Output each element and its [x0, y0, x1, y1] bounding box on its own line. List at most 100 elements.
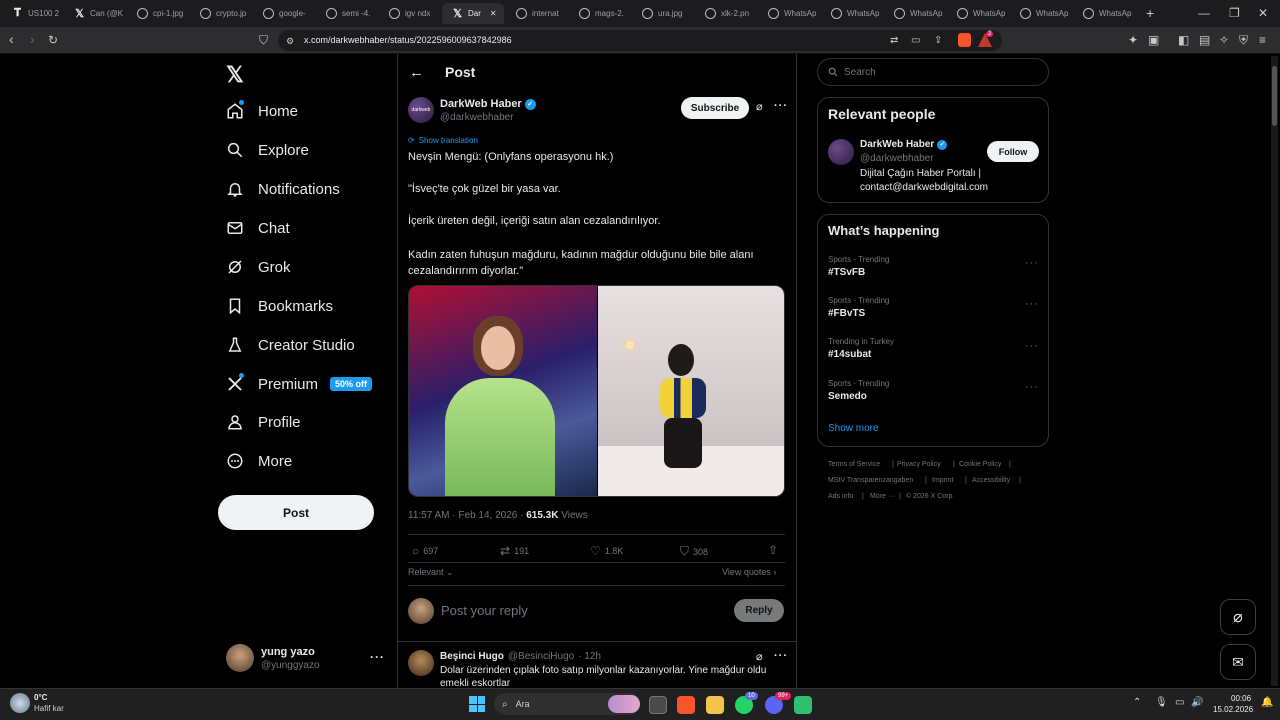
trend-item[interactable]: Sports · Trending Semedo — [828, 379, 889, 402]
repost-action[interactable]: ⇄ 191 — [500, 544, 529, 558]
reply-button[interactable]: Reply — [734, 599, 784, 622]
sidebar-toggle-icon[interactable]: ◧ — [1178, 33, 1189, 47]
browser-tab[interactable]: WhatsAp — [1073, 3, 1135, 24]
sidebar-item-home[interactable]: Home — [226, 95, 298, 127]
person-name-row[interactable]: DarkWeb Haber ✓ — [860, 139, 948, 150]
close-window-icon[interactable]: ✕ — [1258, 6, 1268, 20]
reload-icon[interactable]: ↻ — [48, 33, 58, 47]
browser-tab[interactable]: WhatsAp — [821, 3, 881, 24]
task-view-icon[interactable] — [649, 696, 667, 714]
media-image-right[interactable] — [598, 286, 784, 496]
reply-author-handle[interactable]: @BesinciHugo — [508, 651, 574, 662]
author-avatar[interactable]: darkweb — [408, 97, 434, 123]
volume-icon[interactable]: 🔊 — [1191, 697, 1203, 708]
brave-browser-icon[interactable] — [677, 696, 695, 714]
view-quotes-link[interactable]: View quotes › — [722, 567, 776, 577]
back-arrow-icon[interactable]: ← — [409, 64, 424, 81]
show-more-link[interactable]: Show more — [828, 423, 879, 434]
taskbar-search[interactable]: ⌕ Ara — [494, 693, 640, 715]
browser-tab[interactable]: mags-2. — [569, 3, 629, 24]
browser-tab[interactable]: xlk-2.pn — [695, 3, 755, 24]
app-icon[interactable] — [794, 696, 812, 714]
browser-tab[interactable]: WhatsAp — [947, 3, 1007, 24]
forward-icon[interactable]: › — [30, 32, 35, 46]
browser-tab[interactable]: WhatsAp — [758, 3, 818, 24]
sidebar-item-more[interactable]: More — [226, 445, 292, 477]
weather-icon[interactable] — [10, 693, 30, 713]
footer-link[interactable]: More ··· — [870, 493, 895, 500]
file-explorer-icon[interactable] — [706, 696, 724, 714]
search-input[interactable]: Search — [817, 58, 1049, 86]
browser-tab[interactable]: crypto.jp — [190, 3, 250, 24]
trend-item[interactable]: Sports · Trending #TSvFB — [828, 255, 889, 278]
translate-icon[interactable]: ⇄ — [890, 34, 898, 48]
messages-float-button[interactable]: ✉ — [1220, 644, 1256, 680]
author-name[interactable]: DarkWeb Haber — [440, 98, 522, 110]
close-tab-icon[interactable]: ✕ — [490, 9, 497, 18]
footer-link[interactable]: Imprint — [932, 477, 953, 484]
notification-center-icon[interactable]: 🔔 — [1261, 697, 1273, 708]
reply-time[interactable]: · 12h — [578, 651, 601, 662]
browser-tab[interactable]: 𝕏 Can (@K — [64, 3, 124, 24]
scrollbar-thumb[interactable] — [1272, 66, 1277, 126]
footer-link[interactable]: Cookie Policy — [959, 461, 1001, 468]
trend-more-icon[interactable]: ··· — [1025, 381, 1039, 393]
grok-float-button[interactable]: ⌀ — [1220, 599, 1256, 635]
subscribe-button[interactable]: Subscribe — [681, 97, 749, 119]
footer-link[interactable]: Accessibility — [972, 477, 1010, 484]
wallet-icon-2[interactable]: ▤ — [1199, 33, 1210, 47]
bookmark-icon[interactable]: ⛉ — [259, 33, 268, 47]
clock-date[interactable]: 15.02.2026 — [1213, 705, 1253, 714]
tray-chevron-icon[interactable]: ⌃ — [1133, 697, 1141, 708]
extensions-icon[interactable]: ✦ — [1128, 33, 1138, 47]
footer-link[interactable]: Privacy Policy — [897, 461, 941, 468]
windows-start-icon[interactable] — [469, 696, 485, 712]
author-name-row[interactable]: DarkWeb Haber ✓ — [440, 98, 536, 110]
sidebar-item-chat[interactable]: Chat — [226, 212, 290, 244]
post-button[interactable]: Post — [218, 495, 374, 530]
menu-icon[interactable]: ≡ — [1259, 33, 1266, 47]
reply-action[interactable]: ○ 697 — [412, 544, 438, 558]
browser-tab[interactable]: 𝐓 US100 2 — [2, 3, 62, 24]
trend-more-icon[interactable]: ··· — [1025, 340, 1039, 352]
url-text[interactable]: x.com/darkwebhaber/status/20225960096378… — [304, 35, 512, 45]
footer-link[interactable]: MStV Transparenzangaben — [828, 477, 913, 484]
bookmark-action[interactable]: ⛉ 308 — [680, 544, 708, 559]
maximize-icon[interactable]: ❐ — [1229, 6, 1240, 20]
account-avatar[interactable] — [226, 644, 254, 672]
browser-tab[interactable]: internat — [506, 3, 566, 24]
reply-author-avatar[interactable] — [408, 650, 434, 676]
sidebar-item-profile[interactable]: Profile — [226, 406, 301, 438]
share-icon[interactable]: ⇧ — [768, 543, 778, 557]
browser-tab[interactable]: WhatsAp — [884, 3, 944, 24]
x-logo-icon[interactable]: 𝕏 — [226, 62, 244, 88]
footer-link[interactable]: Ads info — [828, 493, 853, 500]
reply-sort-dropdown[interactable]: Relevant ⌄ — [408, 567, 454, 578]
follow-button[interactable]: Follow — [987, 141, 1039, 162]
account-menu-icon[interactable]: ··· — [370, 650, 385, 664]
wallet-icon[interactable]: ▣ — [1148, 33, 1159, 47]
page-scrollbar[interactable] — [1271, 56, 1278, 686]
browser-tab[interactable]: ura.jpg — [632, 3, 692, 24]
person-handle[interactable]: @darkwebhaber — [860, 153, 934, 164]
brave-shield-icon[interactable] — [958, 33, 971, 47]
post-media-grid[interactable] — [408, 285, 785, 497]
sidebar-item-premium[interactable]: Premium 50% off — [226, 368, 373, 400]
show-translation-link[interactable]: ⟳ Show translation — [408, 136, 478, 145]
browser-tab[interactable]: google- — [253, 3, 313, 24]
vpn-icon[interactable]: ⛨ — [1239, 33, 1248, 47]
minimize-icon[interactable]: — — [1198, 6, 1210, 20]
like-action[interactable]: ♡ 1.8K — [590, 544, 623, 558]
browser-tab[interactable]: semi -4. — [316, 3, 376, 24]
clock-time[interactable]: 00:06 — [1231, 694, 1251, 703]
person-avatar[interactable] — [828, 139, 854, 165]
microphone-icon[interactable]: 🎙 — [1155, 697, 1168, 708]
sidebar-item-creator-studio[interactable]: Creator Studio — [226, 329, 355, 361]
leo-ai-icon[interactable]: ✧ — [1219, 33, 1229, 47]
reply-author-name[interactable]: Beşinci Hugo — [440, 651, 504, 662]
network-icon[interactable]: ▭ — [1175, 697, 1184, 708]
trend-item[interactable]: Sports · Trending #FBvTS — [828, 296, 889, 319]
sidebar-item-notifications[interactable]: Notifications — [226, 173, 340, 205]
back-icon[interactable]: ‹ — [9, 32, 14, 46]
trend-more-icon[interactable]: ··· — [1025, 257, 1039, 269]
